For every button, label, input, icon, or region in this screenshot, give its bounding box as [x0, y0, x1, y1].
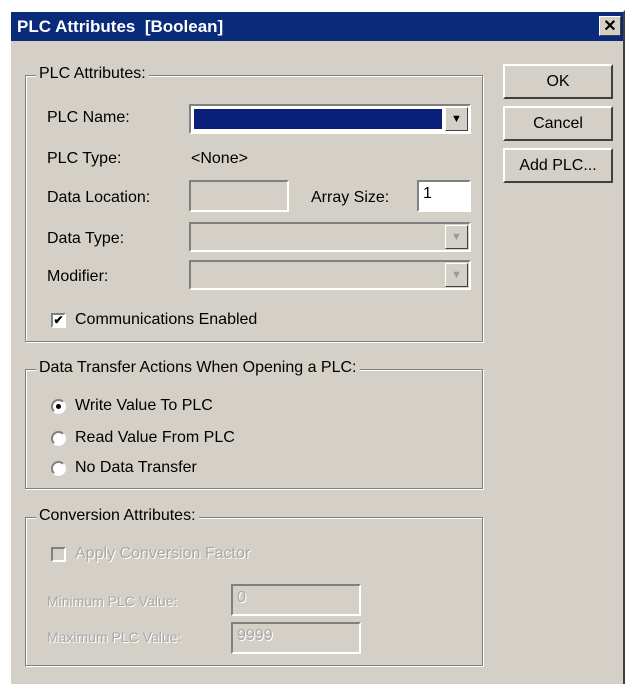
- plc-type-value: <None>: [191, 150, 248, 167]
- plc-attributes-legend: PLC Attributes:: [36, 65, 149, 83]
- array-size-field[interactable]: 1: [417, 180, 471, 212]
- window-title: PLC Attributes [Boolean]: [17, 17, 224, 36]
- min-plc-value-field: 0: [231, 584, 361, 616]
- plc-name-selection: [194, 109, 442, 129]
- min-plc-value-label: Minimum PLC Value:: [47, 593, 178, 609]
- plc-attributes-dialog: PLC Attributes [Boolean] ✕ PLC Attribute…: [9, 10, 625, 684]
- min-plc-value: 0: [237, 589, 246, 606]
- data-location-field: [189, 180, 289, 212]
- comm-enabled-checkbox[interactable]: ✔: [51, 313, 66, 328]
- chevron-down-icon: ▼: [451, 231, 462, 243]
- data-type-dropdown-button: ▼: [445, 225, 468, 249]
- write-value-radio[interactable]: [51, 399, 66, 414]
- close-button[interactable]: ✕: [599, 16, 621, 36]
- add-plc-button[interactable]: Add PLC...: [503, 148, 613, 183]
- write-value-label[interactable]: Write Value To PLC: [75, 397, 213, 415]
- no-transfer-label[interactable]: No Data Transfer: [75, 459, 197, 477]
- close-icon: ✕: [603, 18, 617, 35]
- cancel-button[interactable]: Cancel: [503, 106, 613, 141]
- modifier-combo: ▼: [189, 260, 471, 290]
- radio-selected-dot: [56, 404, 61, 409]
- read-value-label[interactable]: Read Value From PLC: [75, 429, 235, 447]
- data-type-combo: ▼: [189, 222, 471, 252]
- ok-button[interactable]: OK: [503, 64, 613, 99]
- data-transfer-legend: Data Transfer Actions When Opening a PLC…: [36, 359, 360, 377]
- apply-conversion-checkbox: [51, 547, 66, 562]
- max-plc-value: 9999: [237, 627, 273, 644]
- comm-enabled-label[interactable]: Communications Enabled: [75, 311, 257, 329]
- data-location-label: Data Location:: [47, 189, 151, 206]
- plc-name-label: PLC Name:: [47, 109, 130, 126]
- chevron-down-icon: ▼: [451, 113, 462, 125]
- check-icon: ✔: [53, 313, 64, 327]
- conversion-legend: Conversion Attributes:: [36, 507, 199, 525]
- plc-name-dropdown-button[interactable]: ▼: [445, 107, 468, 131]
- array-size-label: Array Size:: [311, 189, 390, 206]
- array-size-value: 1: [423, 185, 432, 202]
- modifier-dropdown-button: ▼: [445, 263, 468, 287]
- title-bar[interactable]: PLC Attributes [Boolean] ✕: [11, 12, 623, 41]
- apply-conversion-label: Apply Conversion Factor: [75, 545, 251, 562]
- data-type-label: Data Type:: [47, 230, 125, 247]
- no-transfer-radio[interactable]: [51, 461, 66, 476]
- plc-name-combo[interactable]: ▼: [189, 104, 471, 134]
- chevron-down-icon: ▼: [451, 269, 462, 281]
- plc-type-label: PLC Type:: [47, 150, 122, 167]
- max-plc-value-field: 9999: [231, 622, 361, 654]
- read-value-radio[interactable]: [51, 431, 66, 446]
- max-plc-value-label: Maximum PLC Value:: [47, 629, 182, 645]
- modifier-label: Modifier:: [47, 268, 109, 285]
